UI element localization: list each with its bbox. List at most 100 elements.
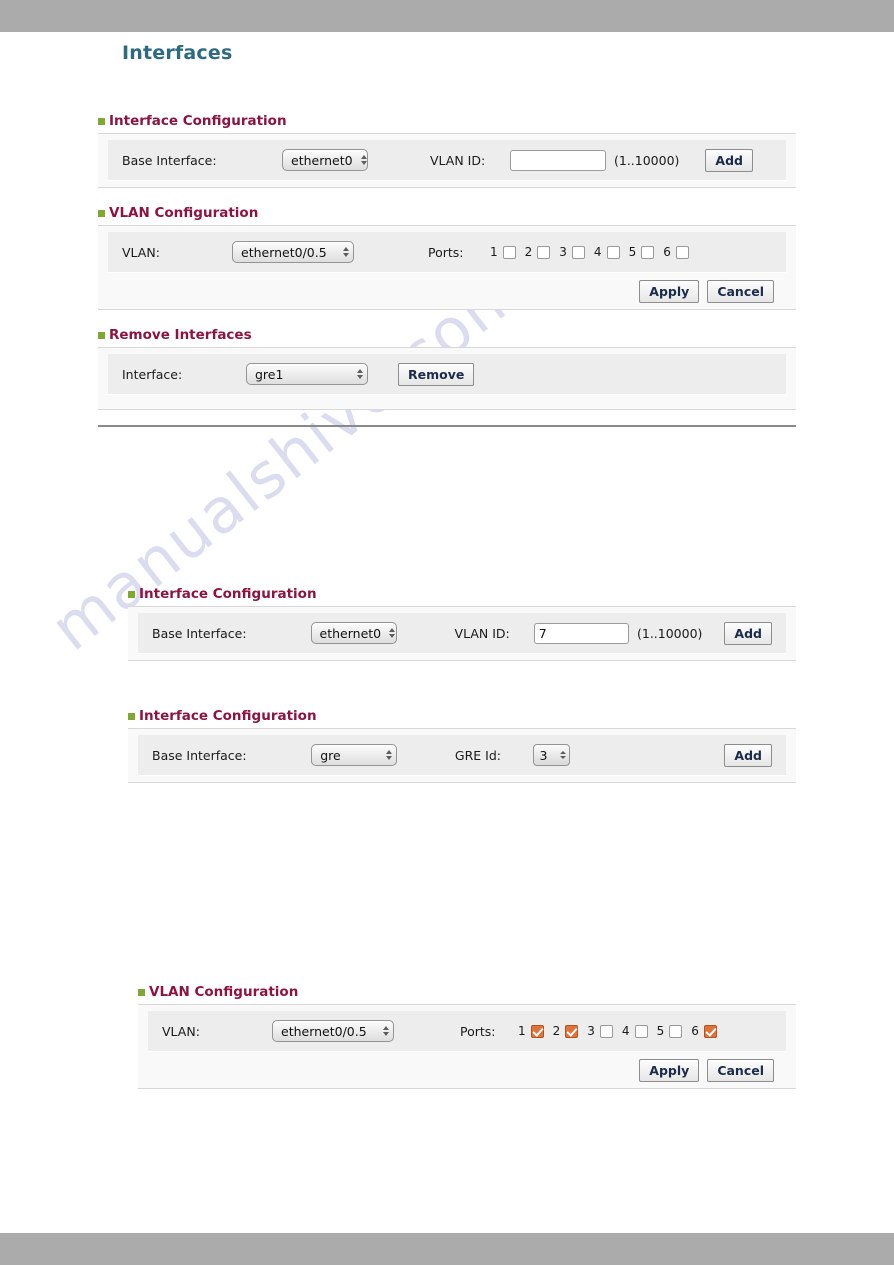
- vlan-id-range-hint: (1..10000): [614, 152, 680, 168]
- section-interface-configuration-2: Interface Configuration Base Interface: …: [128, 586, 796, 661]
- ports-checkbox-group-2: 1 2 3 4 5 6: [518, 1024, 726, 1038]
- port-number-label: 5: [628, 245, 637, 259]
- base-interface-select[interactable]: ethernet0: [282, 149, 368, 171]
- interface-label: Interface:: [122, 366, 183, 382]
- port-checkbox-5[interactable]: 5: [629, 245, 655, 259]
- section-heading-interface-configuration-3: Interface Configuration: [128, 708, 796, 729]
- checkbox-box[interactable]: [530, 1024, 544, 1038]
- checkbox-box[interactable]: [599, 1024, 613, 1038]
- panel-body: VLAN: ethernet0/0.5 Ports: 1 2 3 4 5 6: [108, 232, 786, 273]
- port-checkbox-6[interactable]: 6: [663, 245, 689, 259]
- section-bullet-icon: [98, 117, 105, 125]
- section-bullet-icon: [138, 988, 145, 996]
- section-bullet-icon: [128, 712, 135, 720]
- port-checkbox-5[interactable]: 5: [657, 1024, 683, 1038]
- interface-config-row-1: Base Interface: ethernet0 VLAN ID: (1..1…: [108, 140, 786, 180]
- cancel-button[interactable]: Cancel: [707, 279, 774, 303]
- port-number-label: 1: [490, 245, 498, 259]
- vlan-config-actions-1: Apply Cancel: [108, 273, 786, 309]
- add-button[interactable]: Add: [724, 621, 772, 645]
- section-heading-label: VLAN Configuration: [109, 205, 259, 221]
- panel-body: Base Interface: ethernet0 VLAN ID: (1..1…: [108, 140, 786, 181]
- vlan-id-input[interactable]: [510, 149, 606, 171]
- section-heading-label: Interface Configuration: [109, 113, 287, 129]
- vlan-id-label: VLAN ID:: [430, 152, 486, 168]
- add-button[interactable]: Add: [724, 743, 772, 767]
- spinner-arrows-icon: [389, 628, 396, 638]
- base-interface-label: Base Interface:: [152, 747, 247, 763]
- cancel-button[interactable]: Cancel: [707, 1058, 774, 1082]
- section-remove-interfaces: Remove Interfaces Interface: gre1 Remove: [98, 327, 796, 410]
- checkbox-box[interactable]: [537, 245, 551, 259]
- port-checkbox-3[interactable]: 3: [587, 1024, 613, 1038]
- port-checkbox-4[interactable]: 4: [594, 245, 620, 259]
- checkbox-box[interactable]: [606, 245, 620, 259]
- panel-body: Base Interface: ethernet0 VLAN ID: 7 (1.…: [138, 613, 786, 654]
- port-number-label: 5: [656, 1024, 665, 1038]
- vlan-id-label: VLAN ID:: [454, 625, 510, 641]
- checkbox-box[interactable]: [669, 1024, 683, 1038]
- panel-interface-configuration-2: Base Interface: ethernet0 VLAN ID: 7 (1.…: [128, 607, 796, 661]
- port-checkbox-2[interactable]: 2: [525, 245, 551, 259]
- vlan-id-input[interactable]: 7: [533, 622, 629, 644]
- vlan-config-row-1: VLAN: ethernet0/0.5 Ports: 1 2 3 4 5 6: [108, 232, 786, 272]
- port-checkbox-6[interactable]: 6: [691, 1024, 717, 1038]
- base-interface-select[interactable]: ethernet0: [310, 622, 397, 644]
- apply-button[interactable]: Apply: [639, 279, 700, 303]
- vlan-label: VLAN:: [162, 1023, 200, 1039]
- add-button[interactable]: Add: [705, 148, 753, 172]
- checkbox-box[interactable]: [703, 1024, 717, 1038]
- section-heading-remove-interfaces: Remove Interfaces: [98, 327, 796, 348]
- gre-id-stepper[interactable]: 3: [532, 744, 571, 766]
- panel-vlan-configuration-1: VLAN: ethernet0/0.5 Ports: 1 2 3 4 5 6 A…: [98, 226, 796, 310]
- page-root: manualshive.com Interfaces Interface Con…: [0, 0, 894, 1265]
- base-interface-select-value: ethernet0: [291, 152, 353, 168]
- gre-id-value: 3: [539, 747, 548, 763]
- checkbox-box[interactable]: [675, 245, 689, 259]
- checkbox-box[interactable]: [565, 1024, 579, 1038]
- vlan-select-value: ethernet0/0.5: [241, 244, 327, 260]
- spinner-arrows-icon: [357, 369, 363, 379]
- remove-button[interactable]: Remove: [398, 362, 475, 386]
- vlan-select[interactable]: ethernet0/0.5: [232, 241, 354, 263]
- vlan-label: VLAN:: [122, 244, 160, 260]
- checkbox-box[interactable]: [502, 245, 516, 259]
- section-heading-label: VLAN Configuration: [149, 984, 299, 1000]
- vlan-select[interactable]: ethernet0/0.5: [272, 1020, 394, 1042]
- port-number-label: 2: [524, 245, 533, 259]
- panel-remove-interfaces: Interface: gre1 Remove: [98, 348, 796, 410]
- panel-body: Interface: gre1 Remove: [108, 354, 786, 395]
- interface-select[interactable]: gre1: [246, 363, 368, 385]
- section-divider: [98, 425, 796, 427]
- panel-vlan-configuration-2: VLAN: ethernet0/0.5 Ports: 1 2 3 4 5 6 A…: [138, 1005, 796, 1089]
- port-number-label: 2: [552, 1024, 561, 1038]
- port-number-label: 6: [691, 1024, 699, 1038]
- ports-checkbox-group-1: 1 2 3 4 5 6: [490, 245, 698, 259]
- spinner-arrows-icon: [383, 1026, 389, 1036]
- port-checkbox-3[interactable]: 3: [559, 245, 585, 259]
- ports-label: Ports:: [428, 244, 464, 260]
- port-checkbox-2[interactable]: 2: [553, 1024, 579, 1038]
- port-checkbox-1[interactable]: 1: [490, 245, 516, 259]
- interface-config-row-2: Base Interface: ethernet0 VLAN ID: 7 (1.…: [138, 613, 786, 653]
- section-heading-vlan-configuration-2: VLAN Configuration: [138, 984, 796, 1005]
- section-bullet-icon: [98, 209, 105, 217]
- vlan-select-value: ethernet0/0.5: [281, 1023, 367, 1039]
- base-interface-label: Base Interface:: [152, 625, 247, 641]
- vlan-id-range-hint: (1..10000): [637, 625, 703, 641]
- base-interface-select[interactable]: gre: [311, 744, 397, 766]
- checkbox-box[interactable]: [634, 1024, 648, 1038]
- spinner-arrows-icon: [343, 247, 349, 257]
- port-number-label: 4: [593, 245, 602, 259]
- remove-interface-row: Interface: gre1 Remove: [108, 354, 786, 394]
- port-checkbox-1[interactable]: 1: [518, 1024, 544, 1038]
- checkbox-box[interactable]: [641, 245, 655, 259]
- apply-button[interactable]: Apply: [639, 1058, 700, 1082]
- vlan-config-row-2: VLAN: ethernet0/0.5 Ports: 1 2 3 4 5 6: [148, 1011, 786, 1051]
- interface-select-value: gre1: [255, 366, 284, 382]
- section-heading-label: Interface Configuration: [139, 586, 317, 602]
- spinner-arrows-icon: [385, 750, 392, 760]
- panel-interface-configuration-1: Base Interface: ethernet0 VLAN ID: (1..1…: [98, 134, 796, 188]
- port-checkbox-4[interactable]: 4: [622, 1024, 648, 1038]
- checkbox-box[interactable]: [571, 245, 585, 259]
